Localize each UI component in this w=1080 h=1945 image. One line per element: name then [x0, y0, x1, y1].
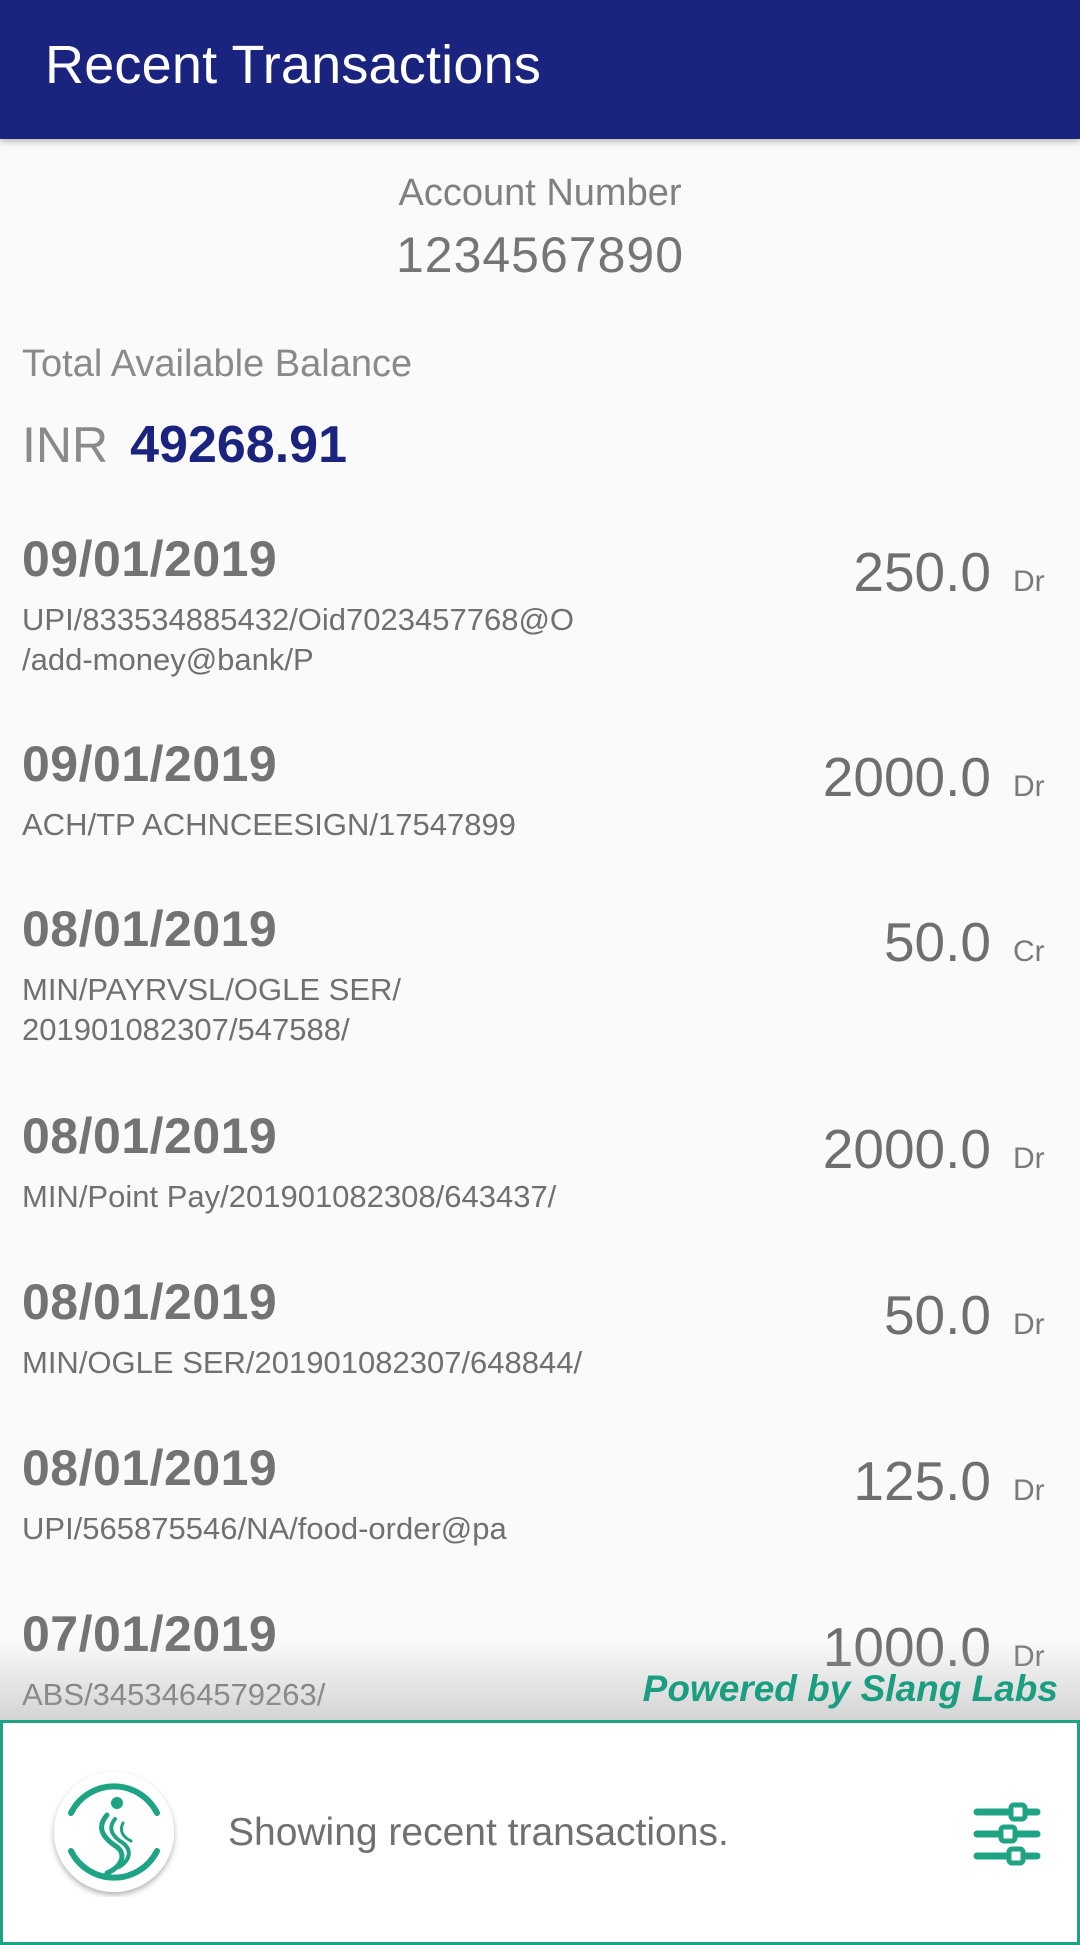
- balance-row: INR 49268.91: [22, 415, 347, 475]
- transaction-description: UPI/565875546/NA/food-order@pa: [22, 1509, 662, 1549]
- transaction-amount-group: 250.0 Dr: [853, 540, 1047, 604]
- powered-by-label: Powered by Slang Labs: [642, 1668, 1058, 1709]
- transaction-description-line: 201901082307/547588/: [22, 1012, 350, 1047]
- transaction-amount-group: 125.0 Dr: [853, 1449, 1047, 1513]
- transaction-description-line: ACH/TP ACHNCEESIGN/17547899: [22, 807, 516, 842]
- transaction-amount: 50.0: [883, 911, 991, 973]
- transaction-description: MIN/OGLE SER/201901082307/648844/: [22, 1343, 662, 1383]
- transaction-description-line: MIN/PAYRVSL/OGLE SER/: [22, 972, 402, 1007]
- transaction-date: 08/01/2019: [22, 901, 278, 957]
- transaction-type: Cr: [1013, 935, 1045, 968]
- transaction-amount-group: 2000.0 Dr: [823, 745, 1047, 809]
- transaction-description: MIN/PAYRVSL/OGLE SER/201901082307/547588…: [22, 970, 662, 1050]
- app-bar: Recent Transactions: [0, 0, 1080, 139]
- transaction-description: MIN/Point Pay/201901082308/643437/: [22, 1177, 662, 1217]
- transaction-amount: 2000.0: [822, 1118, 991, 1180]
- balance-amount: 49268.91: [130, 416, 347, 474]
- transaction-description-line: ABS/3453464579263/: [22, 1677, 326, 1712]
- transaction-date: 07/01/2019: [22, 1606, 278, 1662]
- balance-label: Total Available Balance: [22, 343, 413, 385]
- transaction-description-line: MIN/Point Pay/201901082308/643437/: [22, 1179, 557, 1214]
- transaction-amount-group: 50.0 Dr: [884, 1283, 1047, 1347]
- voice-assistant-bar[interactable]: Showing recent transactions.: [0, 1720, 1080, 1945]
- transaction-description: ACH/TP ACHNCEESIGN/17547899: [22, 805, 662, 845]
- transaction-type: Dr: [1013, 1142, 1045, 1175]
- transaction-amount: 125.0: [853, 1450, 991, 1512]
- transaction-amount: 2000.0: [822, 746, 991, 808]
- transaction-date: 09/01/2019: [22, 736, 278, 792]
- assistant-message: Showing recent transactions.: [228, 1811, 729, 1854]
- transaction-type: Dr: [1013, 1308, 1045, 1341]
- account-number-value: 1234567890: [395, 227, 685, 283]
- transaction-description: ABS/3453464579263/: [22, 1675, 662, 1715]
- transaction-type: Dr: [1013, 565, 1045, 598]
- transaction-date: 08/01/2019: [22, 1108, 278, 1164]
- transaction-description-line: UPI/565875546/NA/food-order@pa: [22, 1511, 507, 1546]
- transaction-date: 09/01/2019: [22, 531, 278, 587]
- transaction-amount: 250.0: [853, 541, 991, 603]
- transaction-amount-group: 2000.0 Dr: [823, 1117, 1047, 1181]
- balance-currency: INR: [22, 417, 109, 473]
- transaction-description-line: MIN/OGLE SER/201901082307/648844/: [22, 1345, 583, 1380]
- transaction-amount-group: 50.0 Cr: [884, 910, 1047, 974]
- transaction-description-line: /add-money@bank/P: [22, 642, 314, 677]
- page-title: Recent Transactions: [45, 35, 542, 95]
- transaction-date: 08/01/2019: [22, 1274, 278, 1330]
- transaction-type: Dr: [1013, 770, 1045, 803]
- account-number-label: Account Number: [398, 172, 682, 214]
- slang-logo-icon[interactable]: [49, 1767, 179, 1897]
- transaction-type: Dr: [1013, 1474, 1045, 1507]
- sliders-icon[interactable]: [973, 1800, 1041, 1868]
- transaction-description-line: UPI/833534885432/Oid7023457768@O: [22, 602, 575, 637]
- transaction-amount: 50.0: [883, 1284, 991, 1346]
- transaction-description: UPI/833534885432/Oid7023457768@O/add-mon…: [22, 600, 662, 680]
- transaction-date: 08/01/2019: [22, 1440, 278, 1496]
